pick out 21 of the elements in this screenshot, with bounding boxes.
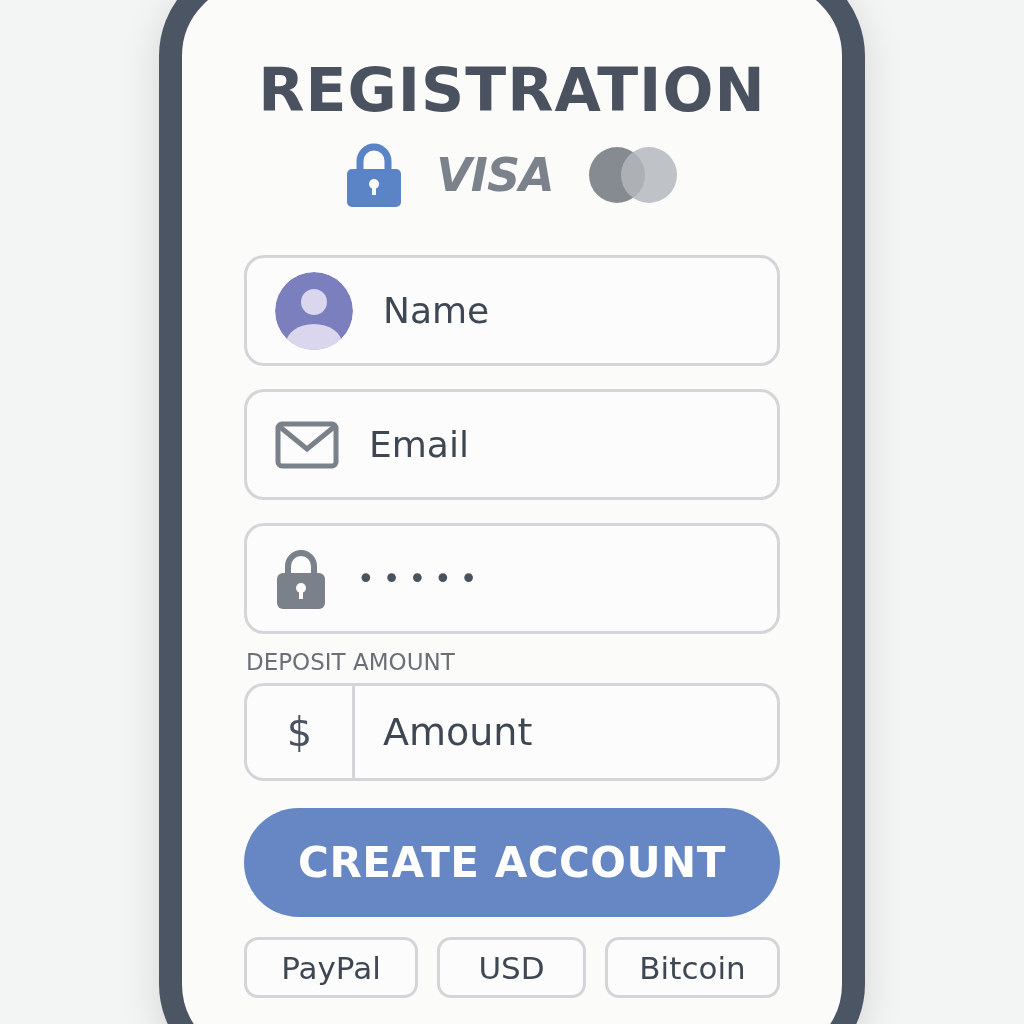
overlapping-circles-icon <box>587 146 678 204</box>
input-field[interactable]: Email <box>244 389 780 500</box>
password-input[interactable]: ••••• <box>355 560 757 597</box>
payment-option-button[interactable]: PayPal <box>244 937 418 998</box>
page-title: REGISTRATION <box>258 57 766 123</box>
field-label: DEPOSIT AMOUNT <box>246 649 456 675</box>
amount-field[interactable]: $ Amount <box>244 683 780 781</box>
card-brand-logo: VISA <box>436 148 554 202</box>
input-field[interactable]: ••••• <box>244 523 780 634</box>
text-input[interactable]: Name <box>381 289 757 332</box>
amount-input[interactable]: Amount <box>355 686 777 778</box>
currency-prefix: $ <box>247 686 355 778</box>
text-input[interactable]: Email <box>367 423 757 466</box>
payment-option-button[interactable]: Bitcoin <box>605 937 780 998</box>
input-field[interactable]: Name <box>244 255 780 366</box>
avatar-icon <box>275 271 353 350</box>
envelope-icon <box>275 420 339 469</box>
create-account-button[interactable]: CREATE ACCOUNT <box>244 808 780 917</box>
lock-icon <box>346 143 403 207</box>
payment-option-button[interactable]: USD <box>437 937 586 998</box>
lock-icon <box>275 548 327 609</box>
